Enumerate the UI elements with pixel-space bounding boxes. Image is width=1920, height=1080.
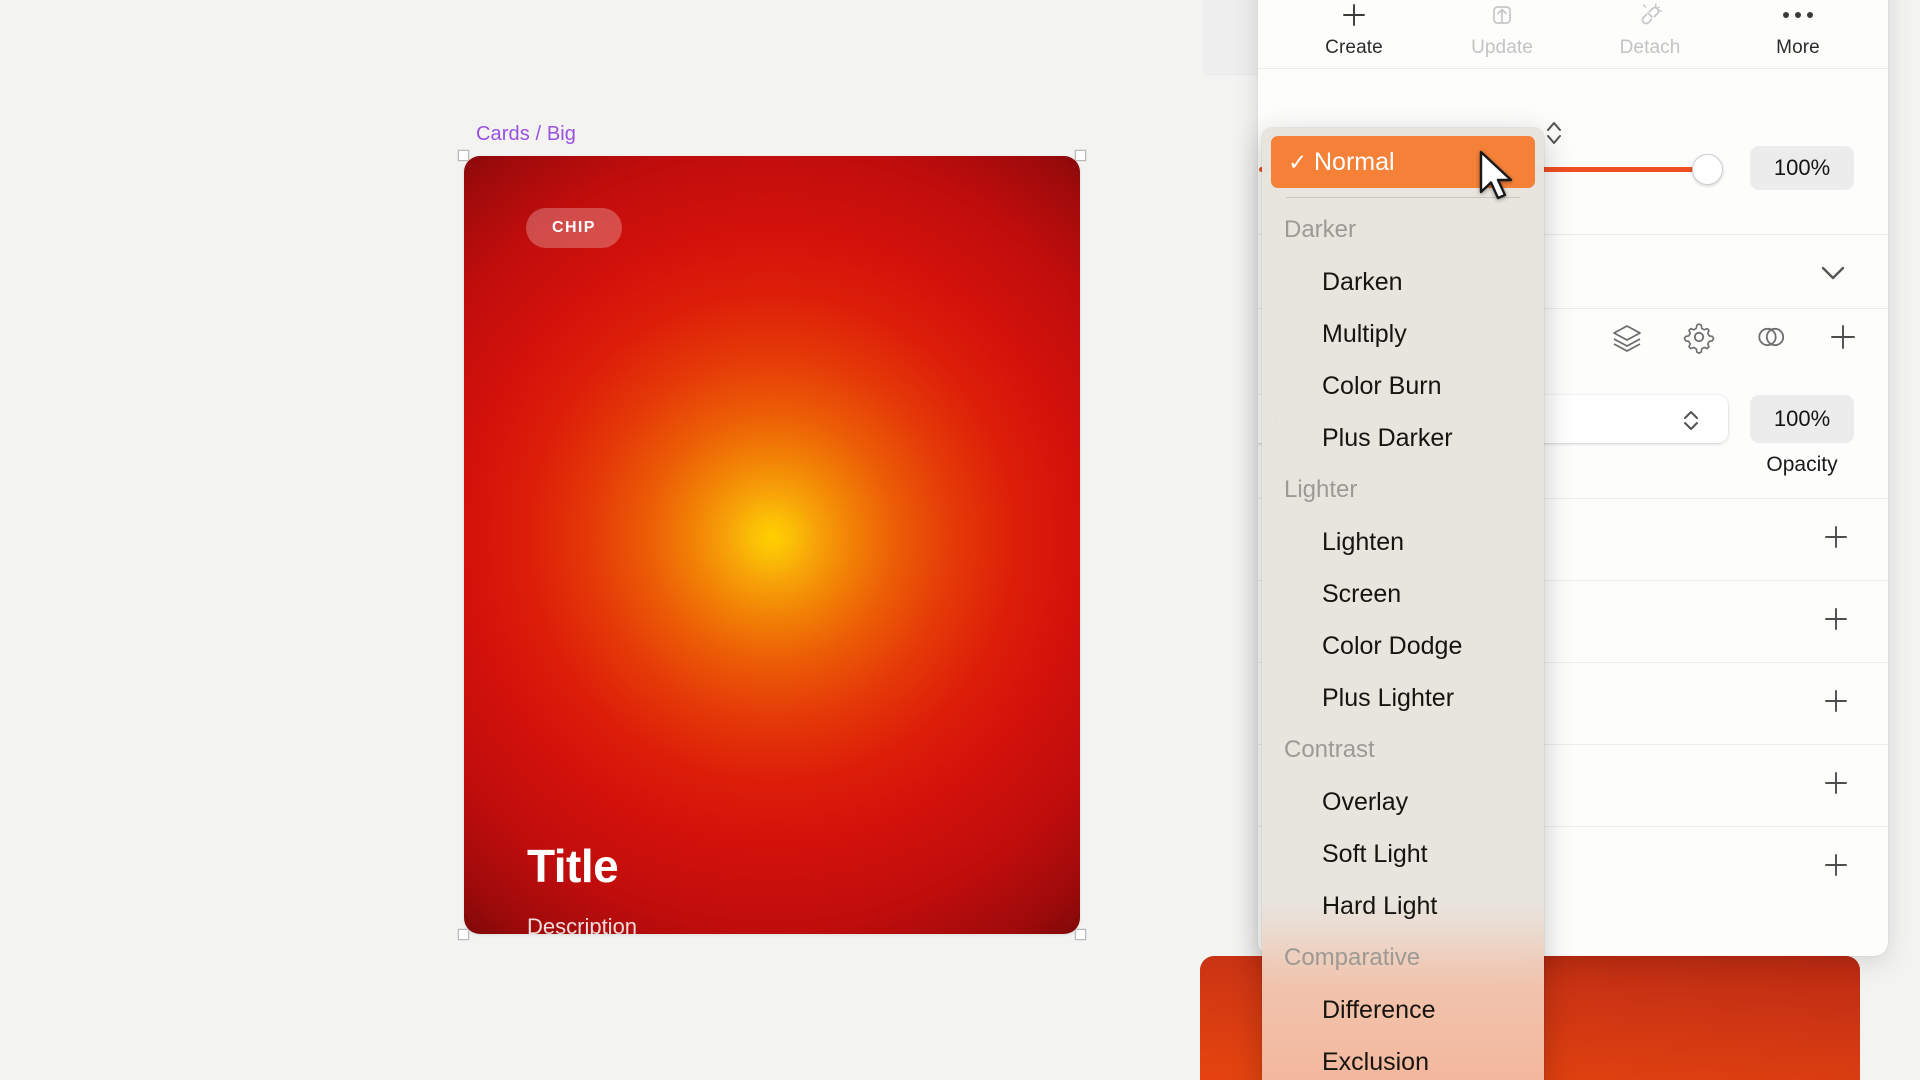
fill-tools-row (1610, 320, 1860, 359)
layers-icon[interactable] (1610, 320, 1644, 359)
panel-side-tab[interactable] (1202, 0, 1264, 75)
detach-icon (1635, 0, 1665, 30)
frame-label[interactable]: Cards / Big (476, 123, 576, 146)
menu-item-color-burn[interactable]: Color Burn (1262, 360, 1544, 412)
fill-opacity-value[interactable]: 100% (1750, 395, 1854, 443)
toolbar-divider (1258, 68, 1888, 69)
menu-item-hard-light[interactable]: Hard Light (1262, 880, 1544, 932)
ellipsis-icon (1783, 0, 1813, 30)
create-button[interactable]: Create (1280, 0, 1428, 59)
detach-button[interactable]: Detach (1576, 0, 1724, 59)
gear-icon[interactable] (1682, 320, 1716, 359)
menu-section-header: Darker (1284, 216, 1357, 243)
card-title: Title (527, 840, 619, 892)
menu-item-lighten[interactable]: Lighten (1262, 516, 1544, 568)
plus-icon (1339, 0, 1369, 30)
blend-modes-icon[interactable] (1754, 320, 1788, 359)
add-fill-icon[interactable] (1826, 320, 1860, 359)
plus-icon[interactable] (1820, 685, 1852, 722)
resize-handle-bottom-left[interactable] (458, 929, 469, 940)
menu-item-soft-light[interactable]: Soft Light (1262, 828, 1544, 880)
blend-mode-list: ✓ Normal Darker Darken Multiply Color Burn Plu… (1262, 136, 1544, 1080)
blend-mode-dropdown[interactable]: ✓ Normal Darker Darken Multiply Color Burn Plu… (1262, 128, 1544, 1080)
resize-handle-top-right[interactable] (1075, 150, 1086, 161)
card-description: Description (527, 914, 638, 934)
chevron-down-icon[interactable] (1816, 256, 1850, 295)
detach-label: Detach (1619, 37, 1681, 58)
menu-section-header: Contrast (1284, 736, 1375, 763)
menu-section-header: Lighter (1284, 476, 1358, 503)
blend-mode-stepper[interactable] (1543, 114, 1565, 157)
big-card-artboard[interactable]: CHIP Title Description Button › (464, 156, 1080, 934)
update-label: Update (1471, 37, 1533, 58)
selection-bounds[interactable]: CHIP Title Description Button › (458, 150, 1086, 940)
fill-type-stepper-icon[interactable] (1680, 405, 1702, 441)
mouse-cursor (1477, 150, 1521, 211)
menu-item-color-dodge[interactable]: Color Dodge (1262, 620, 1544, 672)
menu-item-multiply[interactable]: Multiply (1262, 308, 1544, 360)
resize-handle-bottom-right[interactable] (1075, 929, 1086, 940)
menu-item-label: Normal (1314, 147, 1395, 176)
resize-handle-top-left[interactable] (458, 150, 469, 161)
create-label: Create (1325, 37, 1383, 58)
menu-item-overlay[interactable]: Overlay (1262, 776, 1544, 828)
fill-opacity-label: Opacity (1766, 453, 1838, 476)
menu-item-plus-lighter[interactable]: Plus Lighter (1262, 672, 1544, 724)
upload-icon (1487, 0, 1517, 30)
menu-item-exclusion[interactable]: Exclusion (1262, 1036, 1544, 1080)
more-button[interactable]: More (1724, 0, 1872, 59)
plus-icon[interactable] (1820, 849, 1852, 886)
more-label: More (1776, 37, 1820, 58)
component-toolbar: Create Update Detach More (1258, 0, 1888, 66)
opacity-slider-knob[interactable] (1692, 154, 1723, 185)
menu-item-darken[interactable]: Darken (1262, 256, 1544, 308)
plus-icon[interactable] (1820, 767, 1852, 804)
menu-item-difference[interactable]: Difference (1262, 984, 1544, 1036)
chip-badge: CHIP (526, 208, 622, 248)
plus-icon[interactable] (1820, 603, 1852, 640)
menu-item-screen[interactable]: Screen (1262, 568, 1544, 620)
plus-icon[interactable] (1820, 521, 1852, 558)
update-button[interactable]: Update (1428, 0, 1576, 59)
menu-section-header: Comparative (1284, 944, 1421, 971)
blend-opacity-value[interactable]: 100% (1750, 146, 1854, 190)
menu-item-plus-darker[interactable]: Plus Darker (1262, 412, 1544, 464)
check-icon: ✓ (1288, 148, 1308, 175)
